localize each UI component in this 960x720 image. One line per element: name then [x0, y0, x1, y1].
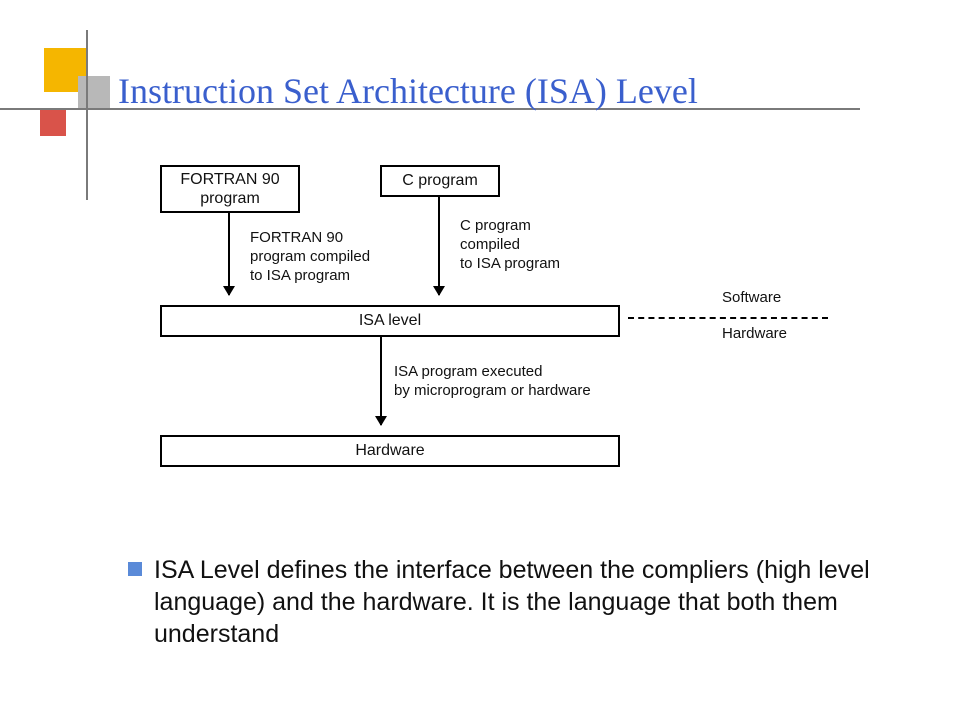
bullet-item: ISA Level defines the interface between …	[128, 554, 888, 650]
box-hardware-label: Hardware	[355, 441, 424, 460]
decor-square-red	[40, 110, 66, 136]
label-c-compiled: C programcompiledto ISA program	[460, 217, 610, 273]
box-fortran-label: FORTRAN 90program	[180, 170, 279, 208]
software-hardware-divider	[628, 317, 828, 319]
box-isa-label: ISA level	[359, 311, 421, 330]
box-hardware: Hardware	[160, 435, 620, 467]
label-fortran-compiled: FORTRAN 90program compiledto ISA program	[250, 229, 420, 285]
label-isa-executed: ISA program executedby microprogram or h…	[394, 363, 624, 401]
decor-square-gray	[78, 76, 110, 108]
box-fortran: FORTRAN 90program	[160, 165, 300, 213]
bullet-icon	[128, 562, 142, 576]
box-c-program: C program	[380, 165, 500, 197]
slide-title: Instruction Set Architecture (ISA) Level	[118, 70, 698, 112]
decor-line-vertical	[86, 30, 88, 200]
box-isa-level: ISA level	[160, 305, 620, 337]
arrow-isa-to-hardware	[380, 337, 382, 425]
bullet-text: ISA Level defines the interface between …	[154, 554, 888, 650]
arrow-fortran-to-isa	[228, 213, 230, 295]
label-hardware-side: Hardware	[722, 325, 787, 344]
isa-diagram: FORTRAN 90program C program ISA level Ha…	[160, 165, 870, 505]
box-c-label: C program	[402, 171, 478, 190]
label-software: Software	[722, 289, 781, 308]
arrow-c-to-isa	[438, 197, 440, 295]
